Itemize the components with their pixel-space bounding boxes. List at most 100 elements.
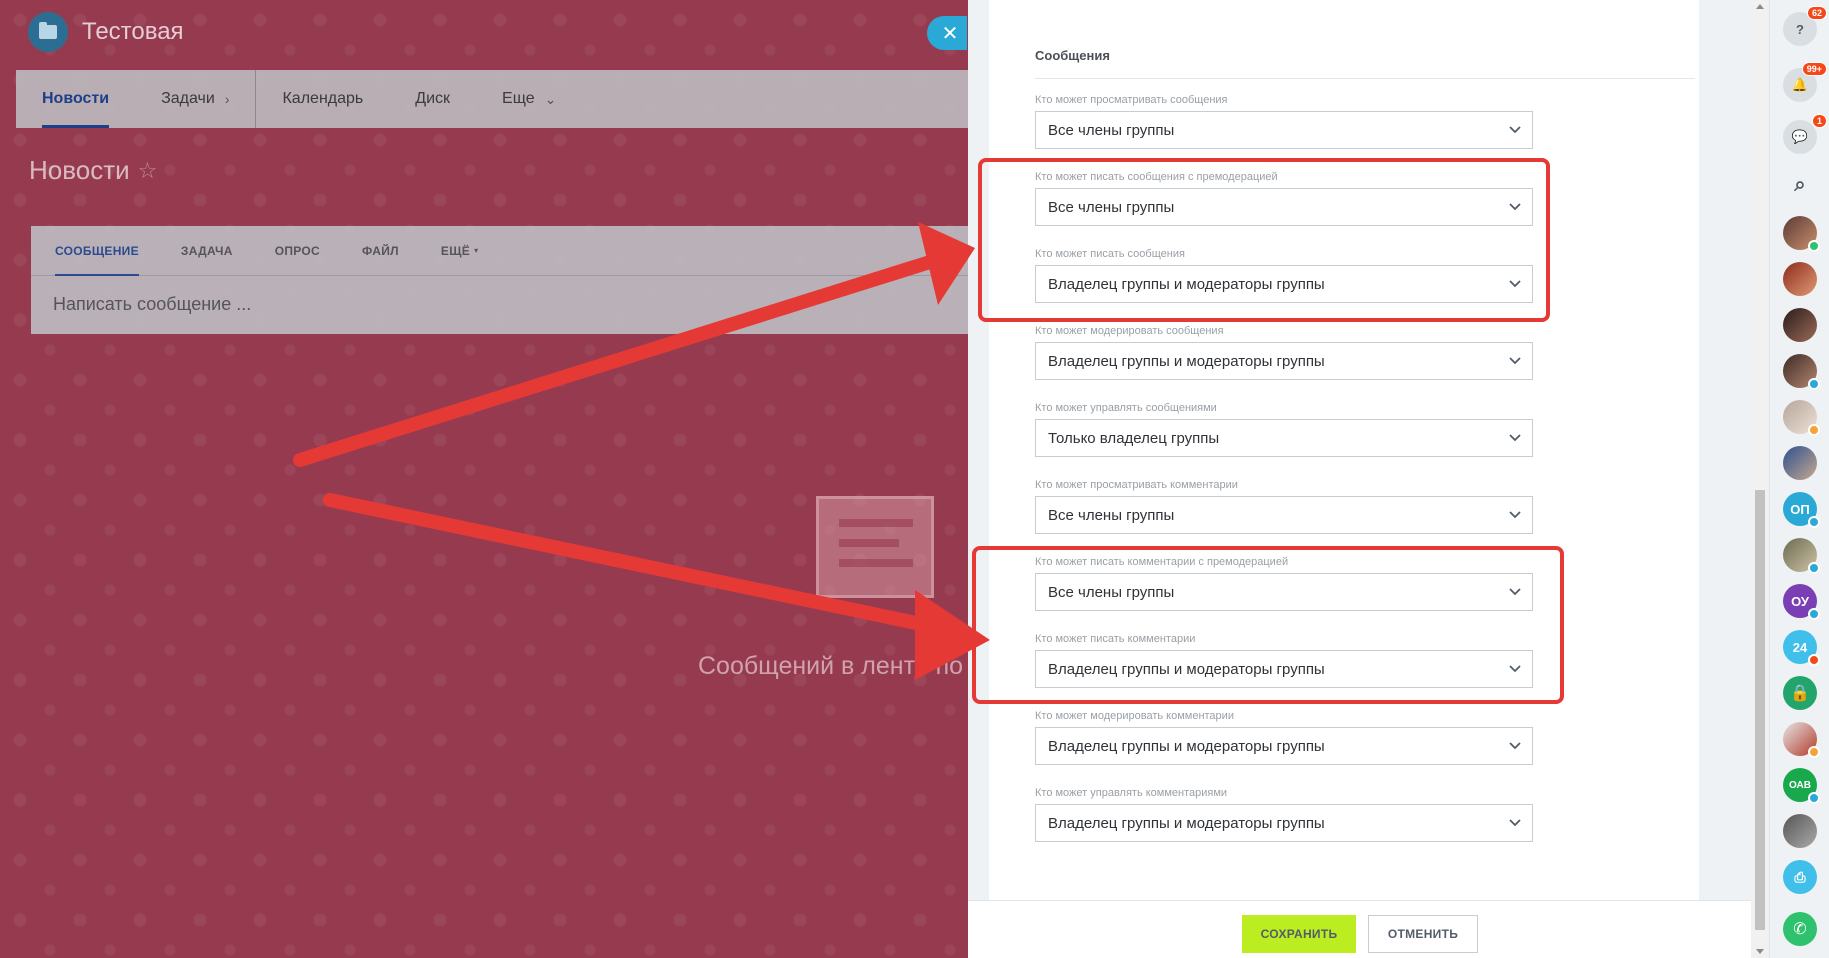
permission-select[interactable]: Все члены группы: [1035, 188, 1533, 226]
select-value: Все члены группы: [1048, 506, 1175, 524]
chat-button[interactable]: 💬 1: [1783, 114, 1827, 154]
status-dot: [1808, 516, 1820, 528]
permission-select[interactable]: Все члены группы: [1035, 111, 1533, 149]
field-label: Кто может просматривать сообщения: [1035, 94, 1228, 106]
folder-icon: [28, 12, 68, 52]
tab-file[interactable]: ФАЙЛ: [362, 226, 419, 275]
field-label: Кто может модерировать комментарии: [1035, 710, 1234, 722]
nav-item-more[interactable]: Еще ⌄: [476, 70, 582, 128]
field-moderate-messages: Кто может модерировать сообщения Владеле…: [1035, 325, 1533, 380]
permission-select[interactable]: Владелец группы и модераторы группы: [1035, 804, 1533, 842]
nav-item-tasks[interactable]: Задачи ›: [135, 70, 255, 128]
avatar[interactable]: [1783, 400, 1820, 436]
field-view-comments: Кто может просматривать комментарии Все …: [1035, 479, 1533, 534]
scroll-down-arrow[interactable]: [1756, 949, 1764, 954]
permission-select[interactable]: Только владелец группы: [1035, 419, 1533, 457]
feed-message-input[interactable]: Написать сообщение ...: [31, 276, 968, 333]
cloud-disk-icon[interactable]: ⎙: [1783, 860, 1817, 894]
status-dot: [1808, 378, 1820, 390]
save-button[interactable]: СОХРАНИТЬ: [1242, 915, 1356, 953]
group-header: Тестовая: [28, 12, 184, 52]
nav-item-disk[interactable]: Диск: [389, 70, 476, 128]
phone-icon[interactable]: ✆: [1783, 912, 1817, 946]
scrollbar-thumb[interactable]: [1755, 490, 1765, 930]
field-label: Кто может писать сообщения с премодераци…: [1035, 171, 1278, 183]
bitrix24-chat-icon[interactable]: 24: [1783, 630, 1820, 666]
chevron-down-icon: [1508, 200, 1522, 214]
chat-badge: 1: [1811, 114, 1827, 128]
group-settings-panel: Сообщения Кто может просматривать сообще…: [968, 0, 1751, 958]
field-write-messages-premoderation: Кто может писать сообщения с премодераци…: [1035, 171, 1533, 226]
permission-select[interactable]: Все члены группы: [1035, 573, 1533, 611]
scroll-up-arrow[interactable]: [1756, 4, 1764, 9]
cancel-button[interactable]: ОТМЕНИТЬ: [1368, 915, 1478, 953]
field-moderate-comments: Кто может модерировать комментарии Владе…: [1035, 710, 1533, 765]
select-value: Владелец группы и модераторы группы: [1048, 737, 1325, 755]
search-icon: ⌕: [1794, 173, 1806, 196]
avatar-initials: ОП: [1790, 501, 1810, 517]
permission-select[interactable]: Владелец группы и модераторы группы: [1035, 650, 1533, 688]
nav-item-news[interactable]: Новости: [16, 70, 135, 128]
panel-scrollbar[interactable]: [1751, 0, 1769, 958]
tab-task[interactable]: ЗАДАЧА: [181, 226, 253, 275]
nav-item-label: Календарь: [282, 90, 364, 107]
field-write-comments: Кто может писать комментарии Владелец гр…: [1035, 633, 1533, 688]
right-app-bar: ? 62 🔔 99+ 💬 1 ⌕ ОП ОУ 24 🔒 ОАВ ⎙ ✆: [1769, 0, 1829, 958]
field-label: Кто может писать комментарии с премодера…: [1035, 556, 1289, 568]
tab-message[interactable]: СООБЩЕНИЕ: [55, 226, 159, 276]
tab-more-label: ЕЩЁ: [440, 243, 471, 258]
workgroup-background: Тестовая Новости Задачи › Календарь Диск …: [0, 0, 968, 958]
avatar[interactable]: ОУ: [1783, 584, 1820, 620]
notifications-button[interactable]: 🔔 99+: [1783, 62, 1827, 102]
permission-select[interactable]: Владелец группы и модераторы группы: [1035, 342, 1533, 380]
lock-icon[interactable]: 🔒: [1783, 676, 1817, 710]
chat-icon: 💬: [1791, 129, 1809, 144]
status-dot: [1808, 562, 1820, 574]
permission-select[interactable]: Владелец группы и модераторы группы: [1035, 265, 1533, 303]
section-title: Сообщения: [1035, 48, 1110, 63]
chevron-down-icon: [1508, 585, 1522, 599]
status-dot: [1808, 424, 1820, 436]
close-icon: ✕: [941, 22, 959, 45]
field-label: Кто может писать сообщения: [1035, 248, 1185, 260]
chevron-down-icon: ⌄: [544, 90, 557, 107]
avatar-initials: ОАВ: [1789, 779, 1811, 791]
avatar[interactable]: [1783, 538, 1820, 574]
star-icon[interactable]: ☆: [138, 158, 158, 184]
select-value: Все члены группы: [1048, 198, 1175, 216]
help-button[interactable]: ? 62: [1783, 6, 1827, 46]
chevron-down-icon: [1508, 354, 1522, 368]
field-label: Кто может управлять комментариями: [1035, 787, 1228, 799]
nav-item-label: Еще: [502, 90, 535, 107]
field-label: Кто может писать комментарии: [1035, 633, 1196, 645]
avatar[interactable]: [1783, 446, 1817, 480]
tab-more[interactable]: ЕЩЁ ▾: [441, 226, 499, 275]
avatar[interactable]: [1783, 814, 1817, 848]
avatar[interactable]: [1783, 262, 1817, 296]
notifications-badge: 99+: [1801, 62, 1827, 76]
select-value: Владелец группы и модераторы группы: [1048, 352, 1325, 370]
panel-footer: СОХРАНИТЬ ОТМЕНИТЬ: [968, 900, 1751, 958]
nav-item-label: Задачи: [161, 90, 215, 107]
chevron-down-icon: [1508, 739, 1522, 753]
nav-item-calendar[interactable]: Календарь: [256, 70, 389, 128]
permission-select[interactable]: Все члены группы: [1035, 496, 1533, 534]
avatar[interactable]: [1783, 722, 1820, 758]
close-slider-button[interactable]: ✕: [927, 16, 967, 50]
tab-poll[interactable]: ОПРОС: [275, 226, 340, 275]
caret-down-icon: ▾: [474, 246, 479, 255]
page-title-text: Новости: [29, 155, 130, 185]
avatar[interactable]: [1783, 354, 1820, 390]
field-manage-messages: Кто может управлять сообщениями Только в…: [1035, 402, 1533, 457]
select-value: Владелец группы и модераторы группы: [1048, 814, 1325, 832]
select-value: Только владелец группы: [1048, 429, 1220, 447]
permission-select[interactable]: Владелец группы и модераторы группы: [1035, 727, 1533, 765]
avatar-initials: 24: [1792, 639, 1808, 655]
avatar[interactable]: ОП: [1783, 492, 1820, 528]
avatar[interactable]: [1783, 308, 1817, 342]
select-value: Все члены группы: [1048, 583, 1175, 601]
avatar[interactable]: [1783, 216, 1820, 252]
search-button[interactable]: ⌕: [1783, 168, 1817, 202]
empty-feed-text: Сообщений в ленте по: [698, 652, 964, 680]
avatar[interactable]: ОАВ: [1783, 768, 1820, 804]
